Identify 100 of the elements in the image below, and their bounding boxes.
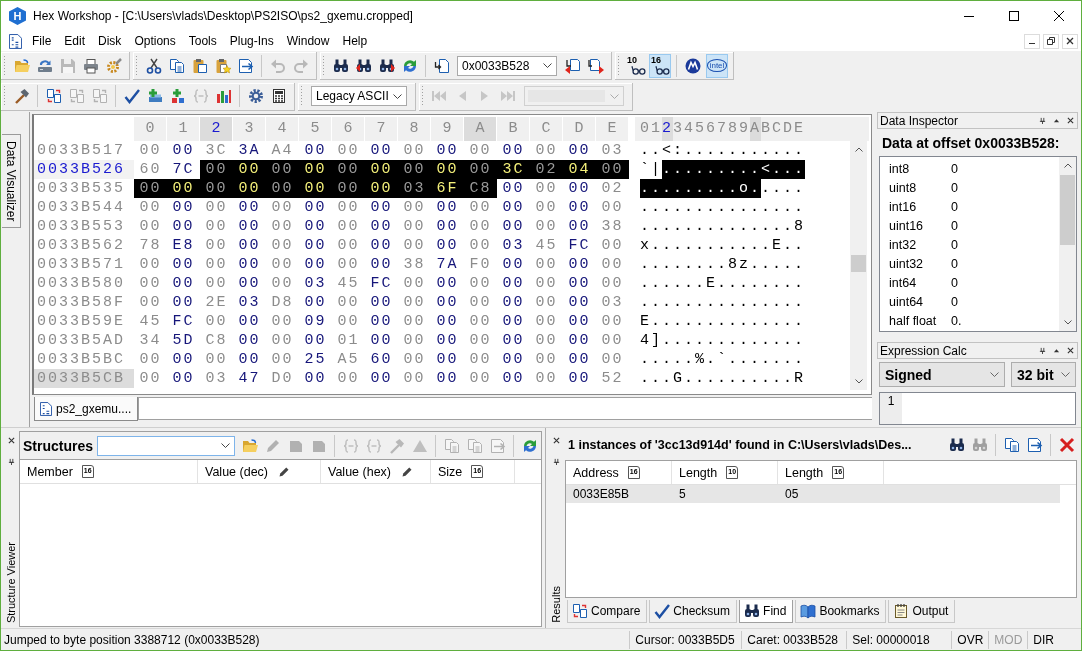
folder-icon[interactable] — [13, 57, 30, 74]
tab[interactable]: Checksum — [649, 600, 738, 623]
scrollbar-thumb[interactable] — [1060, 175, 1075, 245]
vertical-scrollbar[interactable] — [1059, 157, 1076, 331]
hex-byte: 00 — [436, 141, 459, 160]
menu-item[interactable]: Options — [128, 32, 183, 50]
page-arrow-icon[interactable] — [433, 57, 450, 74]
menu-item[interactable]: File — [26, 32, 59, 50]
dropdown[interactable]: Legacy ASCII — [311, 86, 407, 106]
triangle-up-icon[interactable] — [1053, 347, 1060, 354]
hex-byte: 00 — [403, 236, 426, 255]
page-arrow-icon[interactable] — [237, 57, 254, 74]
tab[interactable]: Output — [888, 600, 956, 623]
checkmark-icon — [654, 603, 671, 619]
tab[interactable]: Find — [739, 600, 794, 623]
page-arrow-icon[interactable] — [1026, 436, 1043, 453]
document-icon[interactable] — [9, 33, 22, 49]
close-icon[interactable] — [7, 437, 15, 444]
dropdown[interactable]: 32 bit — [1011, 362, 1076, 387]
hex-byte: 00 — [337, 369, 360, 388]
expression-editor[interactable]: 1 — [879, 392, 1076, 425]
chevron-up-icon[interactable] — [854, 147, 863, 152]
table-row[interactable]: 0033E85B 5 05 — [566, 485, 1060, 503]
page-pointer-icon[interactable] — [564, 57, 581, 74]
close-icon[interactable] — [1067, 347, 1074, 354]
menu-item[interactable]: Plug-Ins — [223, 32, 281, 50]
menu-item[interactable]: Edit — [58, 32, 93, 50]
hex-byte: 00 — [134, 179, 167, 198]
column-header[interactable]: Value (dec) — [198, 460, 321, 483]
maximize-icon[interactable] — [1008, 11, 1019, 21]
chevron-down-icon[interactable] — [1063, 320, 1072, 325]
chevron-up-icon[interactable] — [1063, 163, 1072, 168]
hex-byte: 00 — [436, 350, 459, 369]
clipboard-star-icon[interactable] — [214, 57, 231, 74]
books-plus-icon[interactable] — [146, 88, 163, 104]
dropdown[interactable]: 0x0033B528 — [457, 55, 557, 76]
close-icon[interactable] — [1053, 11, 1064, 21]
refresh-icon[interactable] — [521, 437, 538, 454]
drive-icon[interactable] — [36, 57, 53, 74]
gear-wrench-icon[interactable] — [105, 57, 122, 74]
tab[interactable]: Bookmarks — [795, 600, 887, 623]
pin-icon[interactable] — [7, 458, 15, 465]
column-header[interactable]: Value (hex) — [321, 460, 431, 483]
menu-item[interactable]: Help — [336, 32, 375, 50]
byte-order-button[interactable]: intel — [706, 53, 728, 78]
hex-byte: 00 — [469, 141, 492, 160]
minimize-button[interactable] — [1024, 33, 1040, 49]
file-tab[interactable]: ps2_gxemu.... — [34, 397, 139, 421]
column-header: A — [750, 117, 761, 141]
page-pointer-icon[interactable] — [587, 57, 604, 74]
pin-icon[interactable] — [1039, 117, 1046, 124]
radix-button[interactable]: 16 — [649, 53, 671, 78]
tab[interactable]: Compare — [567, 600, 648, 623]
chevron-down-icon[interactable] — [854, 379, 863, 384]
clipboard-icon[interactable] — [191, 57, 208, 74]
gear-icon[interactable] — [247, 88, 264, 104]
type-name: int16 — [888, 199, 918, 214]
menu-item[interactable]: Tools — [182, 32, 224, 50]
scissors-icon[interactable] — [145, 57, 162, 74]
hex-byte: 00 — [304, 217, 327, 236]
type-name: uint16 — [888, 218, 925, 233]
bar-chart-icon[interactable] — [215, 88, 232, 104]
ascii-text: ..............8 — [640, 217, 806, 236]
printer-icon[interactable] — [82, 57, 99, 74]
hex-byte: 00 — [502, 179, 525, 198]
ascii-text: E.............. — [640, 312, 806, 331]
vertical-scrollbar[interactable] — [850, 141, 867, 390]
side-tab[interactable]: Data Visualizer — [2, 134, 21, 229]
dropdown[interactable]: Signed — [879, 362, 1005, 387]
close-icon[interactable] — [552, 437, 560, 444]
close-icon[interactable] — [1067, 117, 1074, 124]
refresh-icon[interactable] — [401, 57, 418, 74]
hex-byte: 00 — [403, 331, 426, 350]
scrollbar-thumb[interactable] — [851, 255, 866, 272]
checkmark-icon[interactable] — [123, 88, 140, 104]
copy-icon[interactable] — [1003, 436, 1020, 453]
pages-arrows-icon[interactable] — [45, 88, 62, 104]
pencil-icon — [278, 465, 290, 478]
binoculars-arrow-icon[interactable] — [378, 57, 395, 74]
hex-byte: 38 — [403, 255, 426, 274]
menu-item[interactable]: Window — [280, 32, 337, 50]
restore-button[interactable] — [1043, 33, 1059, 49]
binoculars-icon[interactable] — [332, 57, 349, 74]
type-value: 0 — [951, 275, 958, 290]
pin-icon[interactable] — [552, 458, 560, 465]
hex-byte: 00 — [601, 331, 624, 350]
close-button[interactable] — [1062, 33, 1078, 49]
binoculars-icon[interactable] — [948, 436, 965, 453]
copy-icon[interactable] — [168, 57, 185, 74]
restore-icon — [1047, 37, 1055, 45]
plus-blocks-icon[interactable] — [169, 88, 186, 104]
binoculars-arrow-icon[interactable] — [355, 57, 372, 74]
hex-byte: FC — [172, 312, 195, 331]
menu-item[interactable]: Disk — [92, 32, 129, 50]
pin-icon[interactable] — [1039, 347, 1046, 354]
radix-button[interactable]: 10 — [625, 53, 647, 78]
calculator-icon[interactable] — [270, 88, 287, 104]
cross-icon[interactable] — [1058, 436, 1075, 453]
hammer-icon[interactable] — [13, 88, 30, 104]
triangle-up-icon[interactable] — [1053, 117, 1060, 124]
